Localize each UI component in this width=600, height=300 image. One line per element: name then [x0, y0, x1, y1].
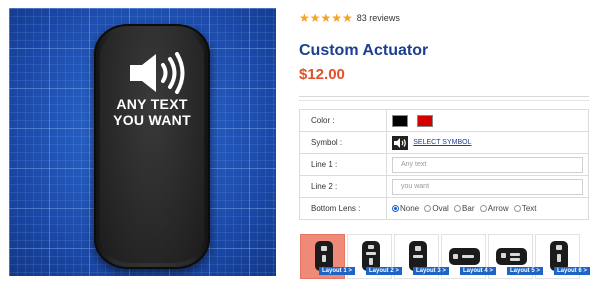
color-swatches [386, 109, 589, 132]
product-price: $12.00 [299, 66, 345, 83]
layout-label: Layout 3 > [413, 267, 449, 275]
color-label: Color : [299, 109, 387, 132]
product-image[interactable]: ANY TEXT YOU WANT [9, 8, 276, 276]
star-rating-icon: ★★★★★ [299, 11, 353, 25]
option-row-line1: Line 1 : [299, 153, 589, 176]
line1-input[interactable] [392, 156, 583, 173]
symbol-label: Symbol : [299, 131, 387, 154]
divider [299, 96, 589, 97]
radio-button[interactable] [424, 205, 432, 213]
option-row-color: Color : [299, 109, 589, 132]
layout-preview [496, 248, 527, 265]
layout-label: Layout 1 > [319, 267, 355, 275]
switch-face: ANY TEXT YOU WANT [100, 30, 204, 263]
line2-input[interactable] [392, 178, 583, 195]
review-count[interactable]: 83 reviews [357, 13, 400, 23]
lens-option-bar[interactable]: Bar [454, 204, 475, 213]
layout-selector: Layout 1 > Layout 2 > Layout 3 > Layout … [300, 234, 590, 279]
layout-thumb-1[interactable]: Layout 1 > [300, 234, 355, 279]
product-rating[interactable]: ★★★★★ 83 reviews [299, 11, 400, 25]
bottom-lens-label: Bottom Lens : [299, 197, 387, 220]
switch-text-line-2: YOU WANT [113, 112, 191, 128]
layout-preview [449, 248, 480, 265]
product-title: Custom Actuator [299, 42, 429, 59]
lens-option-arrow[interactable]: Arrow [479, 204, 509, 213]
switch-engraved-text: ANY TEXT YOU WANT [100, 96, 204, 128]
switch-text-line-1: ANY TEXT [116, 96, 188, 112]
color-swatch-black[interactable] [392, 114, 408, 127]
speaker-icon [128, 52, 186, 99]
layout-label: Layout 6 > [554, 267, 590, 275]
lens-option-none[interactable]: None [392, 204, 419, 213]
radio-button[interactable] [392, 205, 399, 213]
layout-label: Layout 2 > [366, 267, 402, 275]
radio-button[interactable] [479, 205, 487, 213]
radio-button[interactable] [454, 205, 462, 213]
line2-label: Line 2 : [299, 175, 387, 198]
speaker-icon[interactable] [392, 135, 408, 150]
option-row-bottom-lens: Bottom Lens : None Oval Bar Arrow Text [299, 197, 589, 220]
customization-options: Color : Symbol : SELECT SYMBOL Line 1 : … [299, 109, 589, 220]
line1-label: Line 1 : [299, 153, 387, 176]
layout-label: Layout 5 > [507, 267, 543, 275]
lens-option-text[interactable]: Text [513, 204, 537, 213]
option-row-line2: Line 2 : [299, 175, 589, 198]
rocker-switch-preview: ANY TEXT YOU WANT [94, 24, 210, 269]
divider [299, 100, 589, 101]
color-swatch-red[interactable] [417, 114, 434, 127]
layout-label: Layout 4 > [460, 267, 496, 275]
option-row-symbol: Symbol : SELECT SYMBOL [299, 131, 589, 154]
lens-option-oval[interactable]: Oval [424, 204, 449, 213]
select-symbol-link[interactable]: SELECT SYMBOL [413, 139, 471, 146]
radio-button[interactable] [513, 205, 521, 213]
